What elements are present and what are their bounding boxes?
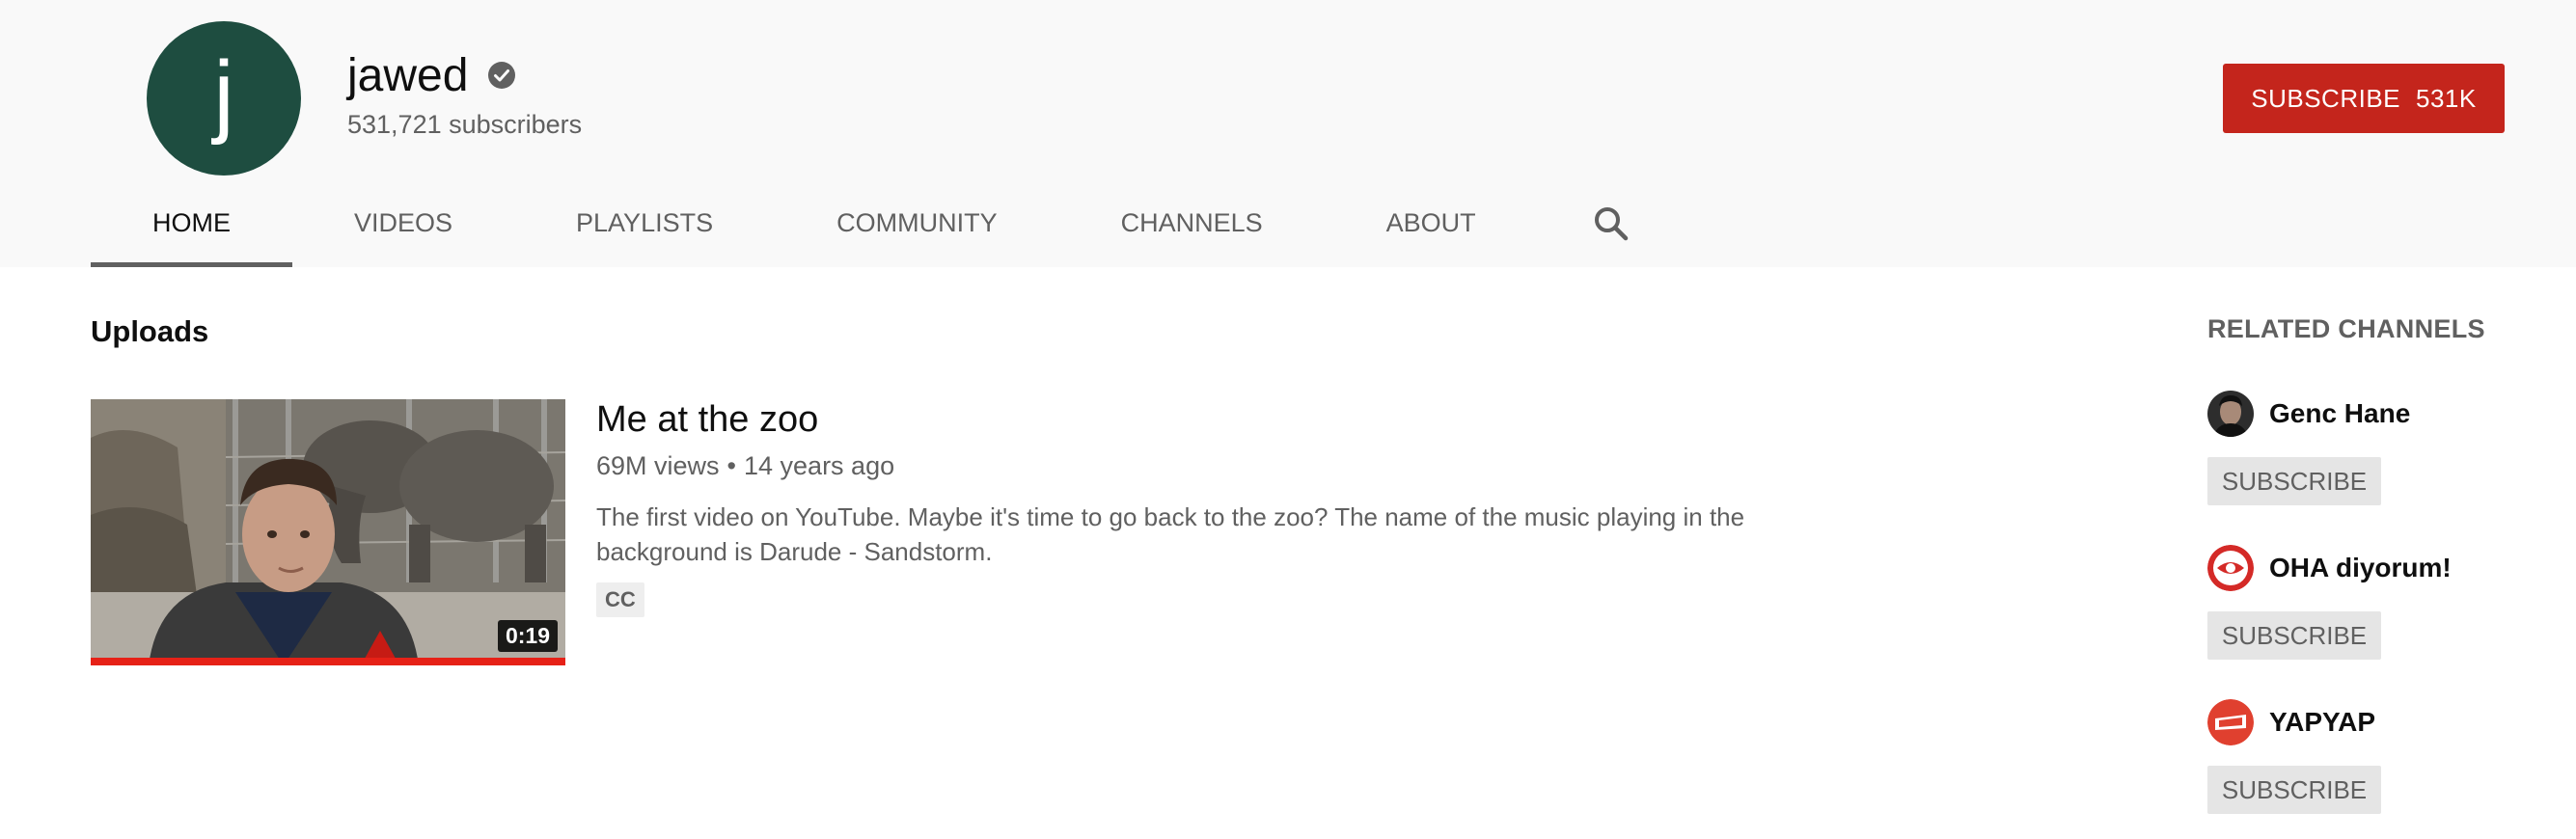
related-channel-link[interactable]: Genc Hane: [2207, 390, 2555, 438]
video-thumbnail[interactable]: 0:19: [91, 399, 565, 665]
meta-separator: •: [726, 451, 736, 480]
tab-channels[interactable]: CHANNELS: [1059, 193, 1325, 267]
channel-header: j jawed 531,721 subscribers SUBSCRIBE 53…: [0, 0, 2576, 267]
channel-tabs: HOME VIDEOS PLAYLISTS COMMUNITY CHANNELS…: [91, 193, 1538, 267]
channel-avatar[interactable]: j: [147, 21, 301, 176]
video-views: 69M views: [596, 451, 720, 480]
tab-about-label: ABOUT: [1385, 208, 1476, 237]
video-meta: 69M views • 14 years ago: [596, 451, 894, 481]
tab-playlists-label: PLAYLISTS: [576, 208, 714, 237]
related-channel-avatar: [2207, 391, 2254, 437]
video-duration: 0:19: [497, 620, 558, 652]
channel-avatar-letter: j: [213, 42, 234, 146]
tab-home-label: HOME: [152, 208, 231, 237]
cc-badge: CC: [596, 582, 644, 617]
related-channel-avatar: [2207, 699, 2254, 745]
watched-progress-bar: [91, 658, 565, 665]
related-channel-item: YAPYAP SUBSCRIBE: [2207, 698, 2555, 814]
related-subscribe-button[interactable]: SUBSCRIBE: [2207, 611, 2381, 660]
subscriber-count: 531,721 subscribers: [347, 110, 583, 139]
tab-about[interactable]: ABOUT: [1325, 193, 1538, 267]
related-channel-name: OHA diyorum!: [2269, 553, 2452, 582]
tab-community[interactable]: COMMUNITY: [775, 193, 1058, 267]
verified-check-icon: [487, 61, 516, 90]
tab-videos-label: VIDEOS: [354, 208, 453, 237]
tab-home[interactable]: HOME: [91, 193, 292, 267]
related-channel-item: Genc Hane SUBSCRIBE: [2207, 390, 2555, 505]
related-channel-name: Genc Hane: [2269, 398, 2411, 428]
subscribe-button[interactable]: SUBSCRIBE 531K: [2223, 64, 2505, 133]
subscribe-button-count: 531K: [2416, 83, 2477, 113]
related-channel-link[interactable]: YAPYAP: [2207, 698, 2555, 746]
uploads-heading: Uploads: [91, 314, 209, 348]
tab-channels-label: CHANNELS: [1120, 208, 1263, 237]
video-description: The first video on YouTube. Maybe it's t…: [596, 502, 1745, 566]
channel-name-row: jawed: [347, 44, 516, 106]
tab-playlists[interactable]: PLAYLISTS: [514, 193, 775, 267]
subscribe-button-label: SUBSCRIBE: [2251, 83, 2401, 113]
related-subscribe-button[interactable]: SUBSCRIBE: [2207, 766, 2381, 814]
video-age: 14 years ago: [744, 451, 895, 480]
related-channels-heading: RELATED CHANNELS: [2207, 314, 2485, 343]
channel-name: jawed: [347, 49, 469, 101]
related-channel-avatar: [2207, 545, 2254, 591]
related-channel-item: OHA diyorum! SUBSCRIBE: [2207, 544, 2555, 660]
tab-videos[interactable]: VIDEOS: [292, 193, 514, 267]
related-subscribe-button[interactable]: SUBSCRIBE: [2207, 457, 2381, 505]
search-icon[interactable]: [1588, 201, 1634, 247]
tab-community-label: COMMUNITY: [836, 208, 998, 237]
video-title[interactable]: Me at the zoo: [596, 399, 818, 441]
related-channel-link[interactable]: OHA diyorum!: [2207, 544, 2555, 592]
related-channel-name: YAPYAP: [2269, 707, 2376, 737]
thumbnail-image: [91, 399, 565, 665]
